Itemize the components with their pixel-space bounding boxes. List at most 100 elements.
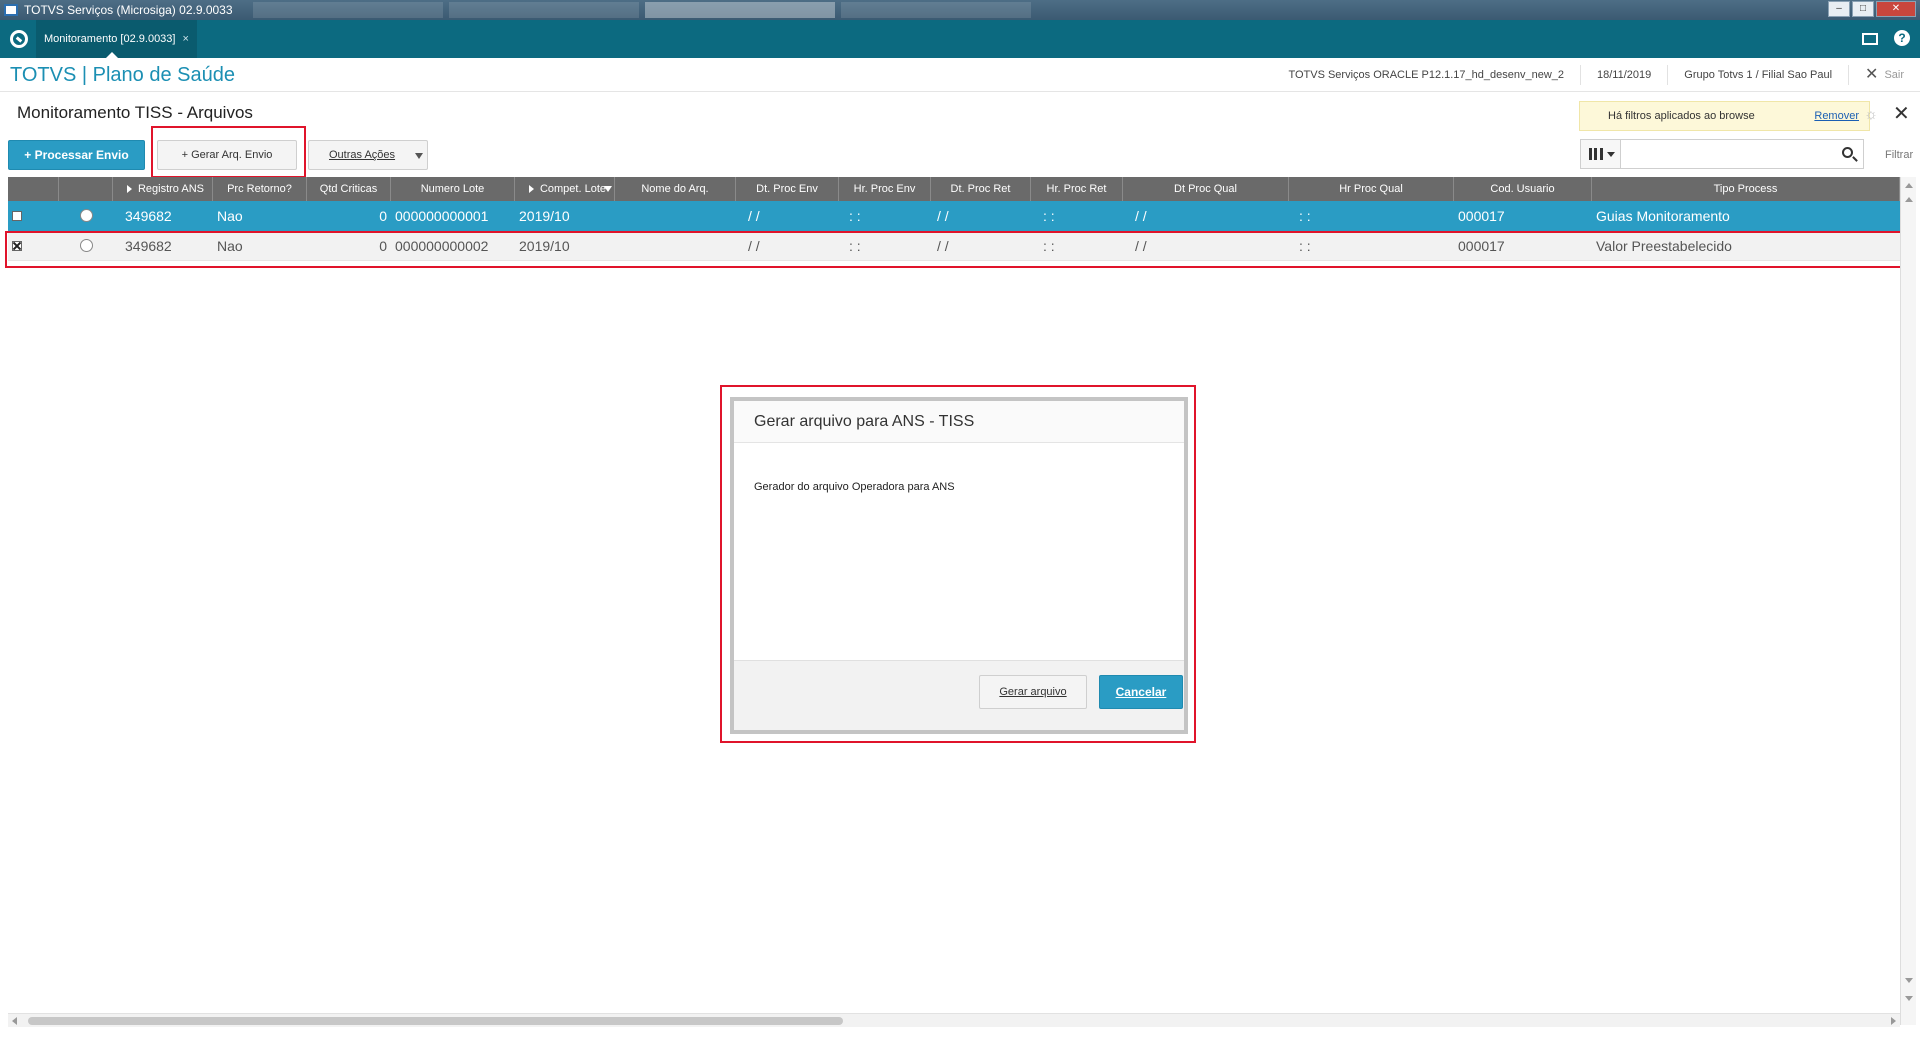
- table-row[interactable]: 349682 Nao 0 000000000002 2019/10 / / : …: [8, 231, 1900, 261]
- cell-qtd-criticas: 0: [379, 238, 387, 254]
- col-header-numero-lote[interactable]: Numero Lote: [391, 177, 515, 201]
- col-header-registro-ans[interactable]: Registro ANS: [113, 177, 213, 201]
- search-group: [1580, 139, 1864, 169]
- cell-hr-proc-ret: : :: [1043, 208, 1055, 224]
- grid-header: Registro ANS Prc Retorno? Qtd Criticas N…: [8, 177, 1900, 201]
- cell-hr-proc-ret: : :: [1043, 238, 1055, 254]
- columns-icon: [1589, 148, 1603, 160]
- cell-registro-ans: 349682: [125, 208, 172, 224]
- expand-icon: [528, 185, 534, 194]
- dialog-title: Gerar arquivo para ANS - TISS: [734, 401, 1184, 443]
- cell-dt-proc-qual: / /: [1135, 238, 1147, 254]
- checkbox-unchecked-icon[interactable]: [12, 211, 22, 221]
- scroll-page-down-icon[interactable]: [1905, 996, 1913, 1001]
- cancelar-button[interactable]: Cancelar: [1099, 675, 1183, 709]
- exit-icon: ✕: [1865, 66, 1879, 83]
- cell-hr-proc-qual: : :: [1299, 208, 1311, 224]
- scroll-down-icon[interactable]: [1905, 978, 1913, 983]
- cell-dt-proc-env: / /: [748, 238, 760, 254]
- chevron-down-icon: [1607, 152, 1615, 157]
- filter-label[interactable]: Filtrar: [1885, 149, 1913, 161]
- checkbox-checked-icon[interactable]: [12, 241, 22, 251]
- col-header-nome-arq[interactable]: Nome do Arq.: [615, 177, 736, 201]
- cell-cod-usuario: 000017: [1458, 238, 1505, 254]
- help-icon[interactable]: ?: [1894, 30, 1910, 46]
- horizontal-scrollbar[interactable]: [8, 1013, 1900, 1027]
- remove-filter-link[interactable]: Remover: [1814, 110, 1859, 122]
- branch-label[interactable]: Grupo Totvs 1 / Filial Sao Paul: [1667, 65, 1848, 85]
- row-status: [59, 201, 113, 231]
- col-header-hr-proc-qual[interactable]: Hr Proc Qual: [1289, 177, 1454, 201]
- filter-notice-text: Há filtros aplicados ao browse: [1608, 110, 1755, 122]
- exit-label: Sair: [1884, 69, 1904, 81]
- window-title: TOTVS Serviços (Microsiga) 02.9.0033: [24, 3, 233, 17]
- col-header-hr-proc-ret[interactable]: Hr. Proc Ret: [1031, 177, 1123, 201]
- exit-button[interactable]: ✕ Sair: [1848, 65, 1920, 85]
- scroll-thumb[interactable]: [28, 1017, 843, 1025]
- minimize-button[interactable]: –: [1828, 1, 1850, 17]
- row-checkbox[interactable]: [8, 201, 59, 231]
- filter-notice: Há filtros aplicados ao browse Remover: [1579, 101, 1870, 131]
- cell-numero-lote: 000000000001: [395, 208, 489, 224]
- taskbar-tab[interactable]: [644, 2, 835, 18]
- sort-down-icon: [604, 186, 612, 192]
- home-icon[interactable]: [10, 30, 28, 48]
- dialog-footer: Gerar arquivo Cancelar: [734, 660, 1184, 730]
- chevron-down-icon: [415, 153, 423, 159]
- col-header-tipo-process[interactable]: Tipo Process: [1592, 177, 1900, 201]
- scroll-right-icon[interactable]: [1891, 1017, 1896, 1025]
- taskbar-tab[interactable]: [840, 2, 1031, 18]
- gerar-arq-envio-button[interactable]: + Gerar Arq. Envio: [157, 140, 297, 170]
- cell-tipo-process: Valor Preestabelecido: [1596, 238, 1732, 254]
- row-checkbox[interactable]: [8, 231, 59, 261]
- cell-registro-ans: 349682: [125, 238, 172, 254]
- cell-qtd-criticas: 0: [379, 208, 387, 224]
- window-close-button[interactable]: ✕: [1876, 1, 1916, 17]
- cell-prc-retorno: Nao: [217, 238, 243, 254]
- brand-header: TOTVS | Plano de Saúde TOTVS Serviços OR…: [0, 58, 1920, 92]
- taskbar-tab[interactable]: [448, 2, 639, 18]
- col-header-qtd-criticas[interactable]: Qtd Criticas: [307, 177, 391, 201]
- scroll-page-up-icon[interactable]: [1905, 197, 1913, 202]
- columns-button[interactable]: [1581, 140, 1621, 168]
- cell-dt-proc-ret: / /: [937, 238, 949, 254]
- tab-close-icon[interactable]: ×: [183, 33, 189, 45]
- vertical-scrollbar[interactable]: [1900, 177, 1916, 1025]
- app-bar: Monitoramento [02.9.0033] × ?: [0, 20, 1920, 58]
- page-title: Monitoramento TISS - Arquivos: [17, 103, 253, 122]
- col-header-dt-proc-ret[interactable]: Dt. Proc Ret: [931, 177, 1031, 201]
- col-header-status[interactable]: [59, 177, 113, 201]
- maximize-button[interactable]: □: [1852, 1, 1874, 17]
- expand-icon: [126, 185, 132, 194]
- col-header-prc-retorno[interactable]: Prc Retorno?: [213, 177, 307, 201]
- cell-numero-lote: 000000000002: [395, 238, 489, 254]
- tab-label: Monitoramento [02.9.0033]: [44, 33, 176, 45]
- scroll-left-icon[interactable]: [12, 1017, 17, 1025]
- cell-dt-proc-ret: / /: [937, 208, 949, 224]
- col-header-dt-proc-qual[interactable]: Dt Proc Qual: [1123, 177, 1289, 201]
- processar-envio-button[interactable]: + Processar Envio: [8, 140, 145, 170]
- col-header-compet-lote[interactable]: Compet. Lote: [515, 177, 615, 201]
- scroll-up-icon[interactable]: [1905, 183, 1913, 188]
- gear-icon[interactable]: ☼: [1862, 106, 1880, 124]
- col-header-cod-usuario[interactable]: Cod. Usuario: [1454, 177, 1592, 201]
- dialog-body: Gerador do arquivo Operadora para ANS: [734, 443, 1184, 665]
- cell-hr-proc-qual: : :: [1299, 238, 1311, 254]
- cell-nome-arq: [615, 231, 736, 261]
- col-header-hr-proc-env[interactable]: Hr. Proc Env: [839, 177, 931, 201]
- environment-label: TOTVS Serviços ORACLE P12.1.17_hd_desenv…: [1288, 69, 1565, 81]
- table-row[interactable]: 349682 Nao 0 000000000001 2019/10 / / : …: [8, 201, 1900, 231]
- gerar-arquivo-button[interactable]: Gerar arquivo: [979, 675, 1087, 709]
- col-header-dt-proc-env[interactable]: Dt. Proc Env: [736, 177, 839, 201]
- taskbar-tab[interactable]: [252, 2, 443, 18]
- close-page-icon[interactable]: ✕: [1893, 104, 1910, 124]
- search-input[interactable]: [1623, 142, 1833, 166]
- outras-acoes-button[interactable]: Outras Ações: [308, 140, 428, 170]
- window-controls: – □ ✕: [1828, 1, 1916, 17]
- outras-acoes-label: Outras Ações: [329, 149, 396, 161]
- app-window-icon: [4, 4, 18, 16]
- gerar-arquivo-dialog: Gerar arquivo para ANS - TISS Gerador do…: [730, 397, 1188, 734]
- search-icon[interactable]: [1842, 147, 1853, 158]
- mail-icon[interactable]: [1862, 33, 1878, 45]
- col-header-check[interactable]: [8, 177, 59, 201]
